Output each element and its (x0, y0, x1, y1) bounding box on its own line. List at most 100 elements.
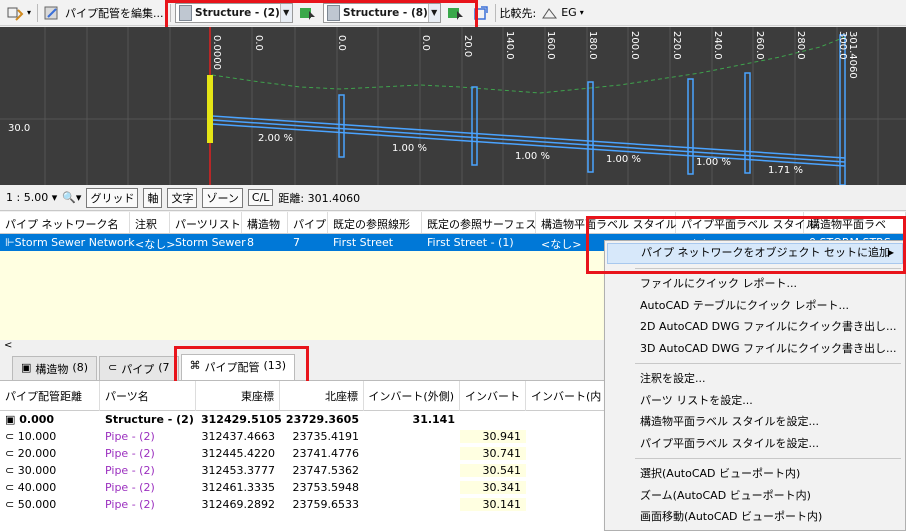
menu-separator (635, 268, 901, 269)
invert-cell: 30.541 (460, 464, 526, 477)
text-toggle[interactable]: 文字 (167, 187, 198, 208)
part-cell: Pipe - (2) (105, 430, 155, 443)
slope-label: 1.00 % (515, 151, 550, 162)
menu-item-set-parts-list[interactable]: パーツ リストを設定... (605, 390, 905, 412)
menu-item-quick-report-table[interactable]: AutoCAD テーブルにクイック レポート... (605, 295, 905, 317)
chevron-down-icon: ▾ (579, 8, 584, 17)
profile-view[interactable]: 30.0 2.00 % 1.00 % 1.00 % 1.00 % 1.00 % … (0, 27, 906, 185)
grid-cell: 8 (247, 236, 254, 249)
grid-toggle[interactable]: グリッド (86, 187, 139, 208)
menu-item-pan[interactable]: 画面移動(AutoCAD ビューポート内) (605, 506, 905, 528)
distance-cell: ⊂ 10.000 (0, 430, 100, 443)
edit-pipe-run-label: パイプ配管を編集... (65, 6, 164, 20)
toolbar: ▾ パイプ配管を編集... Structure - (2) ▼ Structur… (0, 0, 906, 26)
compare-surface-dropdown[interactable]: EG ▾ (540, 2, 586, 24)
distance-value: 30.000 (17, 464, 57, 477)
northing-cell: 23747.5362 (292, 464, 359, 477)
centerline-toggle[interactable]: C/L (247, 189, 274, 206)
station-label: 0.0 (420, 35, 431, 51)
column-header[interactable]: インバート (460, 380, 526, 411)
station-label: 0.0000 (211, 35, 222, 70)
tab-label: パイプ配管 (204, 361, 260, 374)
tab-pipes[interactable]: ⊂ パイプ (7 (99, 356, 179, 380)
menu-item-export-3d-dwg[interactable]: 3D AutoCAD DWG ファイルにクイック書き出し... (605, 338, 905, 360)
column-header[interactable]: 構造物平面ラベ (804, 212, 906, 233)
menu-item-zoom[interactable]: ズーム(AutoCAD ビューポート内) (605, 485, 905, 507)
column-header[interactable]: 北座標 (280, 380, 364, 411)
column-header[interactable]: 注釈 (130, 212, 170, 233)
scale-value: 1 : 5.00 (6, 191, 49, 204)
pick-end-structure-button[interactable] (445, 2, 467, 24)
chevron-down-icon[interactable]: ▼ (427, 3, 440, 22)
column-header[interactable]: 構造物平面ラベル スタイル (536, 212, 677, 233)
menu-separator (635, 363, 901, 364)
part-cell: Pipe - (2) (105, 464, 155, 477)
menu-item-select[interactable]: 選択(AutoCAD ビューポート内) (605, 463, 905, 485)
structure-icon: ▣ (21, 361, 32, 374)
distance-readout: 距離: 301.4060 (278, 191, 361, 205)
column-header[interactable]: インバート(内 (526, 380, 606, 411)
northing-cell: 23753.5948 (292, 481, 359, 494)
distance-cell: ⊂ 20.000 (0, 447, 100, 460)
distance-value: 40.000 (17, 481, 57, 494)
distance-cell: ⊂ 50.000 (0, 498, 100, 511)
compare-surface-value: EG (561, 6, 577, 19)
column-header[interactable]: インバート(外側) (364, 380, 460, 411)
column-header[interactable]: パイプ平面ラベル スタイル (676, 212, 817, 233)
menu-item-set-pipe-label-style[interactable]: パイプ平面ラベル スタイルを設定... (605, 433, 905, 455)
column-header[interactable]: 構造物 (242, 212, 288, 233)
pipe-icon: ⊂ (5, 430, 15, 443)
start-structure-select[interactable]: Structure - (2) ▼ (174, 2, 293, 23)
slope-label: 1.00 % (606, 154, 641, 165)
column-header[interactable]: パイプ (288, 212, 328, 233)
profile-statusbar: 1 : 5.00 ▾ 🔍▾ グリッド 軸 文字 ゾーン C/L 距離: 301.… (0, 185, 906, 211)
start-structure-value: Structure - (2) (195, 6, 280, 19)
pipe-icon: ⊂ (5, 481, 15, 494)
submenu-arrow-icon: ▶ (887, 248, 894, 257)
part-cell: Pipe - (2) (105, 498, 155, 511)
toolbar-separator (494, 3, 496, 22)
menu-item-export-2d-dwg[interactable]: 2D AutoCAD DWG ファイルにクイック書き出し... (605, 316, 905, 338)
column-header[interactable]: パーツ名 (100, 380, 196, 411)
pipe-run-icon: ⌘ (189, 359, 201, 372)
station-label: 180.0 (587, 31, 598, 60)
menu-item-add-to-object-set[interactable]: パイプ ネットワークをオブジェクト セットに追加 ▶ (607, 243, 903, 264)
column-header[interactable]: パイプ ネットワーク名 (0, 212, 130, 233)
tab-pipe-runs[interactable]: ⌘ パイプ配管 (13) (180, 354, 296, 380)
easting-cell: 312453.3777 (201, 464, 275, 477)
pipe-icon: ⊂ (5, 498, 15, 511)
menu-item-label: パイプ ネットワークをオブジェクト セットに追加 (641, 246, 890, 259)
swap-direction-button[interactable] (471, 2, 491, 24)
invert-cell: 30.741 (460, 447, 526, 460)
column-header[interactable]: パーツリスト (170, 212, 242, 233)
pick-start-structure-button[interactable] (297, 2, 319, 24)
easting-cell: 312429.5105 (201, 413, 282, 426)
station-label: 200.0 (629, 31, 640, 60)
chevron-down-icon[interactable]: ▼ (279, 3, 292, 22)
end-structure-select[interactable]: Structure - (8) ▼ (322, 2, 441, 23)
menu-item-quick-report-file[interactable]: ファイルにクイック レポート... (605, 273, 905, 295)
scroll-left-icon[interactable]: < (4, 340, 12, 351)
zoom-dropdown[interactable]: 🔍▾ (62, 191, 81, 204)
menu-item-set-structure-label-style[interactable]: 構造物平面ラベル スタイルを設定... (605, 411, 905, 433)
tab-structures[interactable]: ▣ 構造物 (8) (12, 356, 97, 380)
column-header[interactable]: 既定の参照線形 (328, 212, 422, 233)
tools-dropdown-button[interactable]: ▾ (4, 2, 33, 24)
northing-cell: 23741.4776 (292, 447, 359, 460)
column-header[interactable]: パイプ配管距離 (0, 380, 100, 411)
column-header[interactable]: 既定の参照サーフェス (422, 212, 536, 233)
part-cell: Structure - (2) (105, 413, 194, 426)
menu-separator (635, 458, 901, 459)
scale-dropdown[interactable]: 1 : 5.00 ▾ (6, 191, 57, 204)
distance-cell: ▣ 0.000 (0, 413, 100, 426)
structure-icon (178, 4, 193, 21)
pipe-icon: ⊂ (108, 361, 118, 374)
menu-item-set-annotation[interactable]: 注釈を設定... (605, 368, 905, 390)
axis-toggle[interactable]: 軸 (143, 187, 163, 208)
edit-pipe-run-button[interactable]: パイプ配管を編集... (42, 2, 166, 24)
toolbar-separator (169, 3, 171, 22)
column-header[interactable]: 東座標 (196, 380, 280, 411)
context-menu: パイプ ネットワークをオブジェクト セットに追加 ▶ ファイルにクイック レポー… (604, 240, 906, 531)
zone-toggle[interactable]: ゾーン (202, 187, 243, 208)
grid-cell: Storm Sewer (175, 236, 246, 249)
